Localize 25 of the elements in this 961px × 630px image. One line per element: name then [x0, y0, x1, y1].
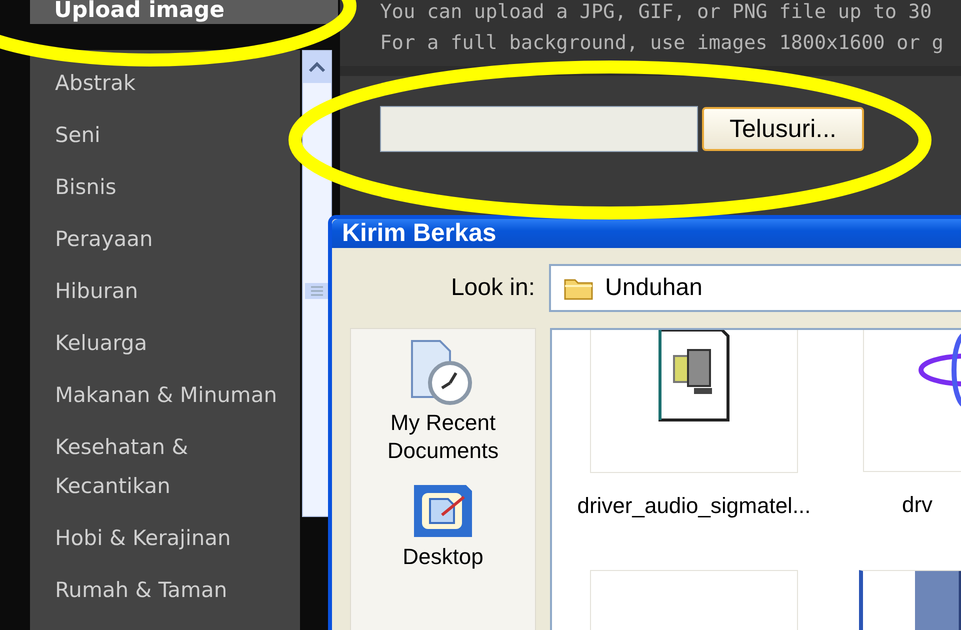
- category-link[interactable]: Perayaan: [55, 220, 300, 259]
- info-text: For a full background, use images 1800x1600 or g: [380, 30, 945, 56]
- category-link[interactable]: Kesehatan & Kecantikan: [55, 428, 300, 506]
- file-name[interactable]: driver_audio_sigmatel...: [577, 493, 811, 519]
- category-link[interactable]: Seni: [55, 116, 300, 155]
- scroll-up-icon[interactable]: [307, 61, 327, 73]
- info-text: You can upload a JPG, GIF, or PNG file up to 30: [380, 0, 933, 25]
- category-link[interactable]: Makanan & Minuman: [55, 376, 300, 415]
- sidebar-header[interactable]: Upload image: [30, 0, 338, 24]
- category-link[interactable]: Bisnis: [55, 168, 300, 207]
- places-link[interactable]: My Recent Documents: [368, 409, 518, 465]
- file-path-field[interactable]: [380, 106, 698, 152]
- browse-button[interactable]: Telusuri...: [702, 107, 864, 151]
- category-link[interactable]: Abstrak: [55, 64, 300, 103]
- category-link[interactable]: Hiburan: [55, 272, 300, 311]
- grip-icon[interactable]: [305, 283, 329, 299]
- look-in-label: Look in:: [450, 274, 535, 302]
- file-thumbnail[interactable]: [590, 330, 798, 473]
- dialog-title: Kirim Berkas: [342, 219, 496, 248]
- category-link[interactable]: Rumah & Taman: [55, 571, 300, 610]
- category-link[interactable]: Hobi & Kerajinan: [55, 519, 300, 558]
- category-link[interactable]: Keluarga: [55, 324, 300, 363]
- look-in-dropdown[interactable]: Unduhan: [549, 264, 961, 312]
- file-name[interactable]: drv: [862, 492, 933, 518]
- places-link[interactable]: Desktop: [368, 543, 518, 571]
